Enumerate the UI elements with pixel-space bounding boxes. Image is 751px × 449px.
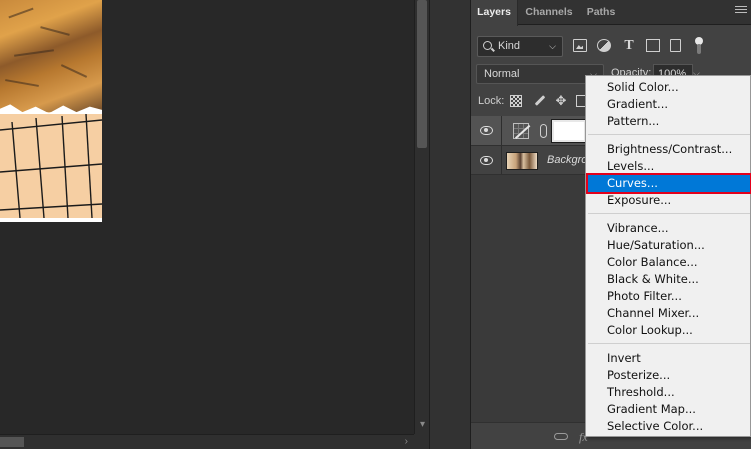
image-white-border: [0, 218, 102, 222]
scroll-right-arrow-icon[interactable]: ›: [405, 436, 408, 447]
menu-item-invert[interactable]: Invert: [588, 350, 750, 367]
menu-separator: [588, 343, 750, 344]
menu-item-levels[interactable]: Levels...: [588, 158, 750, 175]
scroll-down-arrow-icon[interactable]: ▾: [415, 419, 430, 430]
lock-image-pixels-brush-icon[interactable]: [533, 95, 545, 107]
filter-kind-label: Kind: [498, 40, 521, 52]
layer-mask-thumbnail[interactable]: [551, 119, 587, 143]
chevron-down-icon: ⌵: [549, 41, 556, 51]
image-grid-paper: [0, 114, 102, 218]
layer-filter-row: Kind ⌵ T: [471, 34, 751, 58]
new-adjustment-layer-menu: Solid Color... Gradient... Pattern... Br…: [585, 75, 751, 437]
horizontal-scroll-thumb[interactable]: [0, 437, 24, 447]
horizontal-scrollbar[interactable]: ›: [0, 434, 414, 449]
lock-transparent-pixels-icon[interactable]: [510, 95, 522, 107]
toggle-track: [697, 44, 701, 54]
vertical-scrollbar[interactable]: ▾: [414, 0, 429, 434]
menu-item-curves[interactable]: Curves...: [586, 173, 751, 194]
document-canvas[interactable]: [0, 0, 414, 434]
panel-dock-gutter: [429, 0, 471, 449]
visibility-eye-icon[interactable]: [480, 126, 493, 135]
visibility-eye-icon[interactable]: [480, 156, 493, 165]
menu-item-threshold[interactable]: Threshold...: [588, 384, 750, 401]
filter-kind-select[interactable]: Kind ⌵: [477, 36, 563, 57]
link-layers-icon[interactable]: [554, 433, 568, 440]
scroll-corner: [414, 434, 429, 449]
menu-item-channel-mixer[interactable]: Channel Mixer...: [588, 305, 750, 322]
lock-position-move-icon[interactable]: ✥: [555, 94, 567, 107]
shape-layer-filter-icon[interactable]: [646, 39, 660, 52]
menu-item-gradient[interactable]: Gradient...: [588, 96, 750, 113]
filter-toggle-switch[interactable]: [695, 37, 703, 55]
lock-label: Lock:: [478, 95, 505, 107]
blend-mode-value: Normal: [484, 68, 520, 80]
mask-link-chain-icon[interactable]: [540, 124, 547, 138]
tab-channels[interactable]: Channels: [518, 0, 580, 25]
smart-object-filter-icon[interactable]: [670, 39, 681, 52]
menu-item-hue-saturation[interactable]: Hue/Saturation...: [588, 237, 750, 254]
adjustment-layer-filter-icon[interactable]: [597, 39, 611, 52]
menu-item-exposure[interactable]: Exposure...: [588, 192, 750, 209]
menu-separator: [588, 213, 750, 214]
image-torn-map-top: [0, 0, 102, 112]
tab-paths[interactable]: Paths: [580, 0, 622, 25]
background-layer-thumbnail: [506, 152, 538, 170]
type-layer-filter-icon[interactable]: T: [622, 39, 636, 53]
menu-item-solid-color[interactable]: Solid Color...: [588, 79, 750, 96]
panel-tab-bar: Layers Channels Paths: [471, 0, 751, 26]
menu-item-black-white[interactable]: Black & White...: [588, 271, 750, 288]
menu-item-color-lookup[interactable]: Color Lookup...: [588, 322, 750, 339]
menu-item-gradient-map[interactable]: Gradient Map...: [588, 401, 750, 418]
menu-item-pattern[interactable]: Pattern...: [588, 113, 750, 130]
tab-layers[interactable]: Layers: [471, 0, 518, 26]
menu-separator: [588, 134, 750, 135]
pixel-layer-filter-icon[interactable]: [573, 39, 587, 52]
curves-adjustment-icon: [513, 123, 529, 139]
menu-item-color-balance[interactable]: Color Balance...: [588, 254, 750, 271]
menu-item-posterize[interactable]: Posterize...: [588, 367, 750, 384]
panel-menu-icon[interactable]: [735, 6, 747, 18]
vertical-scroll-thumb[interactable]: [417, 0, 427, 148]
search-icon: [483, 41, 492, 50]
menu-item-brightness-contrast[interactable]: Brightness/Contrast...: [588, 141, 750, 158]
menu-item-selective-color[interactable]: Selective Color...: [588, 418, 750, 435]
document-image: [0, 0, 102, 222]
menu-item-vibrance[interactable]: Vibrance...: [588, 220, 750, 237]
menu-item-photo-filter[interactable]: Photo Filter...: [588, 288, 750, 305]
